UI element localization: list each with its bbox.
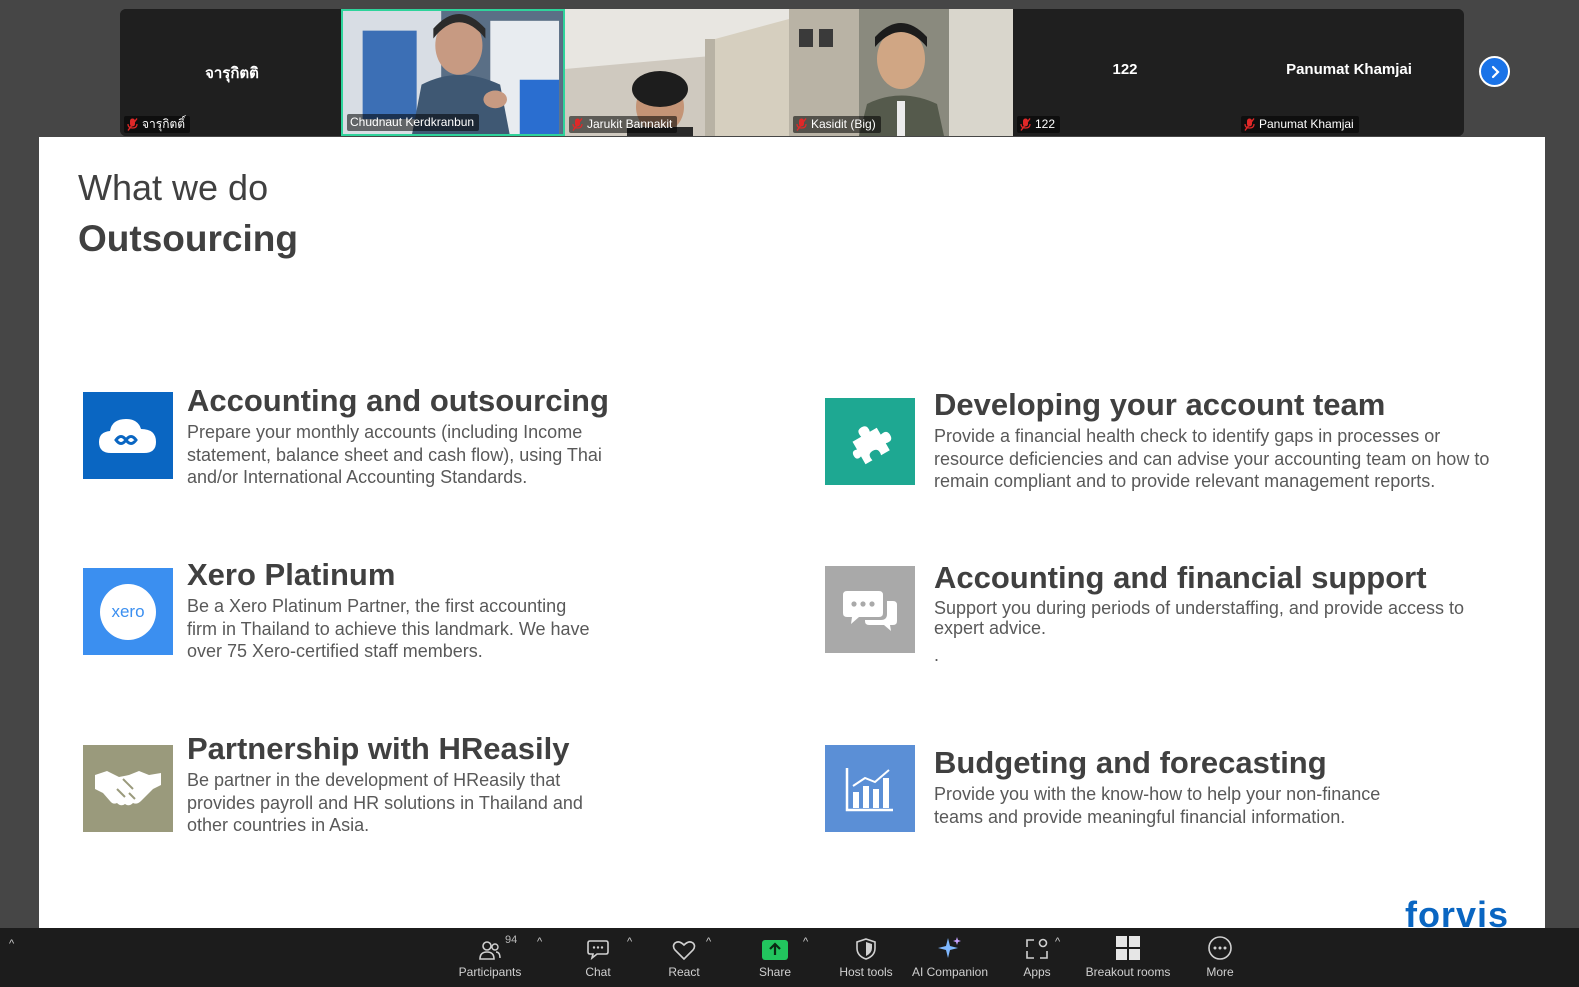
more-icon	[1208, 936, 1232, 960]
service-description: Prepare your monthly accounts (including…	[187, 422, 602, 487]
chat-options-caret[interactable]: ^	[627, 936, 632, 948]
participant-name: Jarukit Bannakit	[587, 117, 673, 131]
cloud-link-icon	[83, 392, 173, 479]
share-options-caret[interactable]: ^	[803, 936, 808, 948]
participant-display-name: 122	[1112, 61, 1138, 78]
participants-count: 94	[505, 934, 518, 946]
react-options-caret[interactable]: ^	[706, 936, 711, 948]
more-label: More	[1206, 965, 1234, 979]
service-heading: Accounting and financial support	[934, 560, 1427, 595]
apps-button[interactable]: Apps	[1020, 928, 1054, 987]
shield-icon	[856, 938, 876, 960]
breakout-rooms-label: Breakout rooms	[1085, 965, 1171, 979]
participant-name-tag: 122	[1017, 116, 1061, 133]
shared-screen-slide: What we do Outsourcing Accounting and ou…	[39, 137, 1545, 928]
xero-logo-text: xero	[100, 583, 156, 640]
mic-muted-icon	[572, 118, 583, 131]
breakout-rooms-button[interactable]: Breakout rooms	[1085, 928, 1171, 987]
participant-display-name: จารุกิตติ	[205, 65, 259, 82]
host-tools-button[interactable]: Host tools	[838, 928, 894, 987]
participant-tile-active-speaker[interactable]: Chudnaut Kerdkranbun	[341, 9, 565, 136]
share-label: Share	[758, 965, 792, 979]
participant-tile[interactable]: จารุกิตติ จารุกิตติ์	[120, 9, 344, 136]
company-logo: forvis	[1404, 894, 1509, 928]
slide-subtitle: Outsourcing	[78, 218, 298, 259]
chat-button[interactable]: Chat	[580, 928, 616, 987]
participant-display-name: Panumat Khamjai	[1286, 61, 1412, 78]
ai-companion-button[interactable]: AI Companion	[910, 928, 990, 987]
participant-name: Kasidit (Big)	[811, 117, 876, 131]
service-description: Provide a financial health check to iden…	[934, 426, 1490, 491]
participant-strip: จารุกิตติ จารุกิตติ์ Chudnaut Kerdkranbu…	[120, 9, 1464, 136]
bar-chart-icon	[825, 745, 915, 832]
ai-companion-label: AI Companion	[911, 965, 989, 979]
handshake-icon	[83, 745, 173, 832]
participant-name-tag: จารุกิตติ์	[124, 116, 191, 133]
service-description: Support you during periods of understaff…	[934, 598, 1465, 638]
chevron-right-icon	[1491, 65, 1500, 78]
more-button[interactable]: More	[1202, 928, 1238, 987]
service-heading: Developing your account team	[934, 387, 1386, 422]
service-heading: Accounting and outsourcing	[187, 383, 609, 418]
participant-tile[interactable]: Panumat Khamjai Panumat Khamjai	[1237, 9, 1461, 136]
participants-icon	[479, 941, 501, 960]
service-heading: Budgeting and forecasting	[934, 745, 1327, 780]
participant-name-tag: Panumat Khamjai	[1241, 116, 1359, 133]
apps-options-caret[interactable]: ^	[1055, 936, 1060, 948]
participant-name-tag: Chudnaut Kerdkranbun	[347, 114, 480, 131]
service-description: Be partner in the development of HReasil…	[187, 770, 583, 835]
slide-title: What we do	[78, 167, 269, 208]
service-heading: Partnership with HReasily	[187, 731, 570, 766]
stray-text-mark: .	[934, 645, 940, 665]
mic-muted-icon	[1244, 118, 1255, 131]
participant-name: Panumat Khamjai	[1259, 117, 1354, 131]
service-heading: Xero Platinum	[187, 557, 396, 592]
service-description: Provide you with the know-how to help yo…	[934, 784, 1381, 827]
react-label: React	[668, 965, 700, 979]
participant-name-tag: Jarukit Bannakit	[569, 116, 678, 133]
share-button[interactable]: Share	[755, 928, 795, 987]
host-tools-label: Host tools	[839, 965, 893, 979]
xero-logo-icon: xero	[83, 568, 173, 655]
participant-tile[interactable]: Kasidit (Big)	[789, 9, 1013, 136]
mic-muted-icon	[796, 118, 807, 131]
chat-bubbles-icon	[825, 566, 915, 653]
participants-label: Participants	[458, 965, 522, 979]
participant-tile[interactable]: 122 122	[1013, 9, 1237, 136]
sparkle-icon	[938, 937, 961, 958]
next-page-button[interactable]	[1479, 56, 1510, 87]
heart-icon	[672, 941, 696, 960]
breakout-rooms-icon	[1116, 936, 1140, 960]
participants-options-caret[interactable]: ^	[537, 936, 542, 948]
participant-name: จารุกิตติ์	[142, 117, 186, 131]
meeting-toolbar: ^ Participants 94 ^ Chat ^ React ^ Share…	[0, 928, 1579, 987]
service-description: Be a Xero Platinum Partner, the first ac…	[187, 596, 590, 661]
react-button[interactable]: React	[664, 928, 704, 987]
mic-muted-icon	[1020, 118, 1031, 131]
chat-icon	[587, 940, 609, 960]
puzzle-piece-icon	[825, 398, 915, 485]
mic-muted-icon	[127, 118, 138, 131]
chat-label: Chat	[585, 965, 611, 979]
participant-name-tag: Kasidit (Big)	[793, 116, 881, 133]
share-screen-icon	[762, 940, 788, 960]
apps-icon	[1026, 938, 1048, 959]
show-controls-caret[interactable]: ^	[9, 938, 14, 950]
participant-name: 122	[1035, 117, 1056, 131]
zoom-meeting-window: จารุกิตติ จารุกิตติ์ Chudnaut Kerdkranbu…	[0, 0, 1579, 987]
participant-tile[interactable]: Jarukit Bannakit	[565, 9, 789, 136]
participant-name: Chudnaut Kerdkranbun	[350, 115, 475, 129]
apps-label: Apps	[1023, 965, 1051, 979]
